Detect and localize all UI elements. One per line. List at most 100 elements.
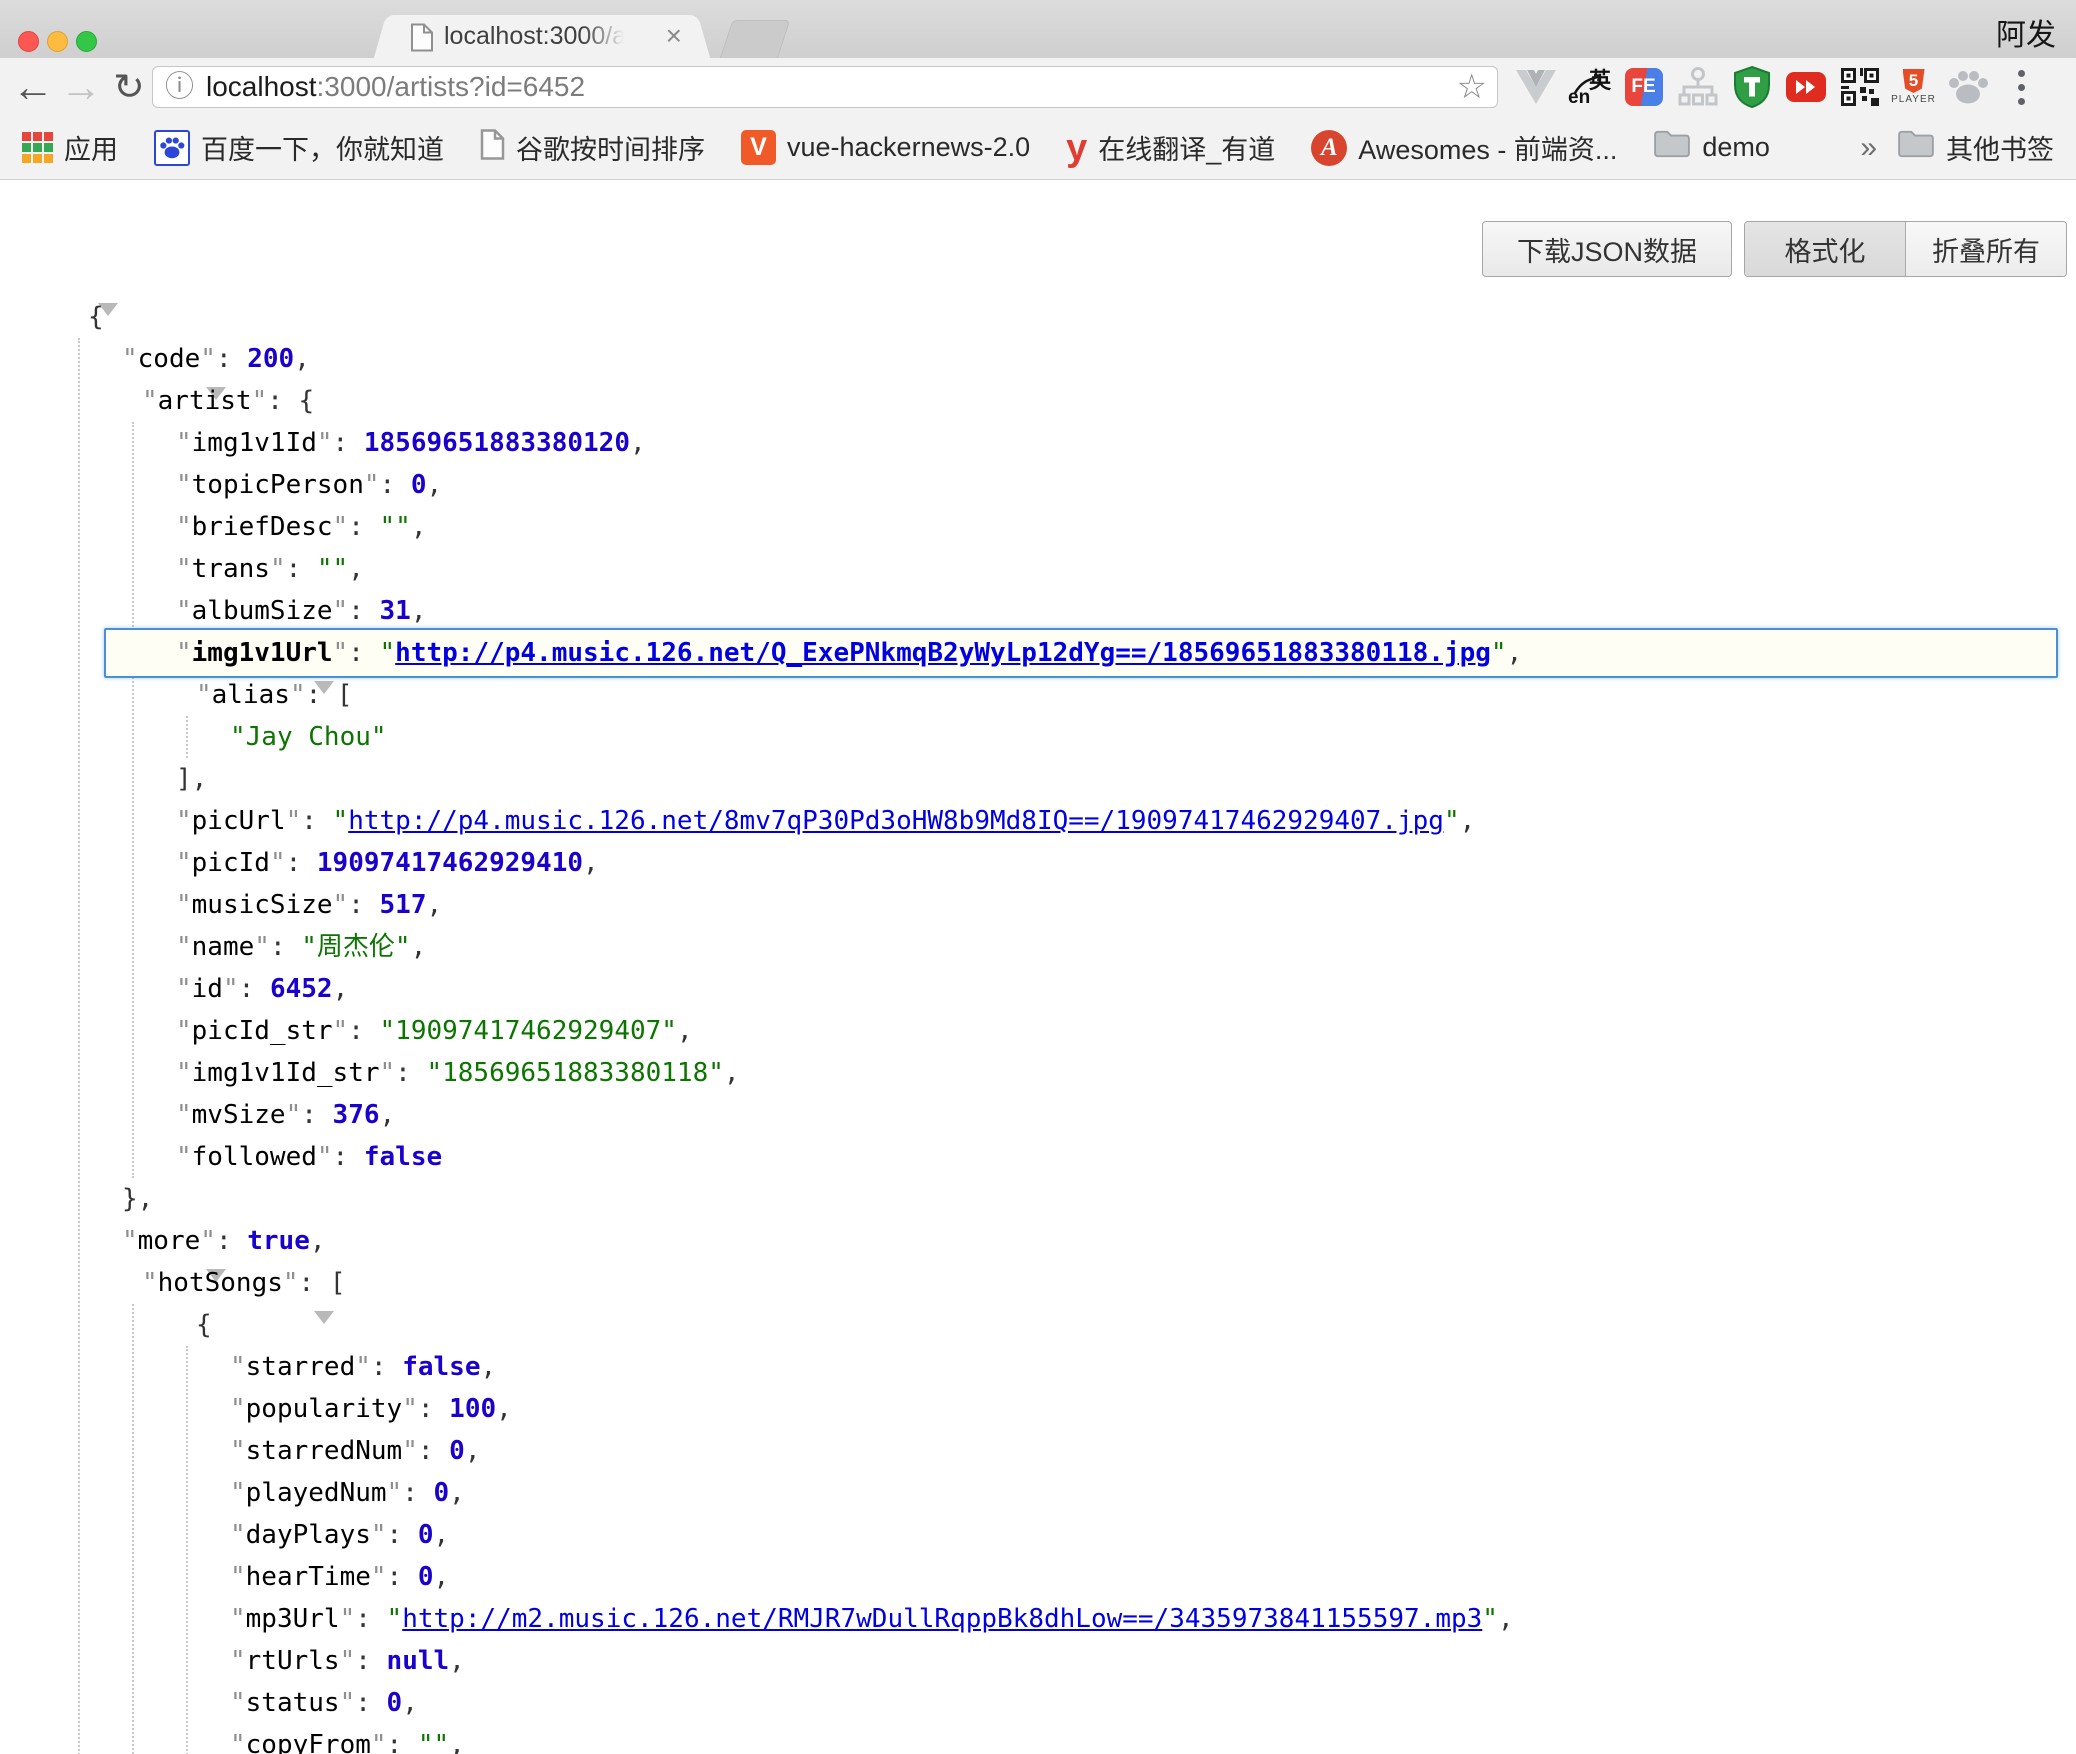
zoom-window-button[interactable] <box>76 31 97 52</box>
json-key-quote: " <box>286 806 302 836</box>
json-comma: , <box>449 1646 465 1676</box>
video-speed-icon[interactable] <box>1782 63 1829 111</box>
html5-player-icon[interactable]: 5 PLAYER <box>1890 63 1937 111</box>
json-key: briefDesc <box>192 512 333 542</box>
json-value: true <box>247 1226 310 1256</box>
json-key-quote: " <box>317 1142 333 1172</box>
json-key-quote: " <box>230 1520 246 1550</box>
vue-icon: V <box>741 130 776 165</box>
json-link[interactable]: http://m2.music.126.net/RMJR7wDullRqppBk… <box>402 1604 1482 1634</box>
json-colon: : <box>299 1268 330 1298</box>
apps-grid-icon <box>22 132 53 163</box>
tab-close-icon[interactable]: × <box>666 15 682 58</box>
json-comma: , <box>449 1730 465 1754</box>
bookmark-apps[interactable]: 应用 <box>22 128 118 167</box>
json-key-quote: " <box>230 1604 246 1634</box>
json-colon: : <box>306 680 337 710</box>
json-row: "albumSize": 31, <box>0 590 2076 632</box>
json-key: hotSongs <box>158 1268 283 1298</box>
translate-icon[interactable]: 英 en <box>1566 63 1613 111</box>
json-row: "popularity": 100, <box>0 1388 2076 1430</box>
reload-icon[interactable]: ↻ <box>105 58 153 116</box>
json-key: status <box>246 1688 340 1718</box>
browser-window: localhost:3000/artists?id=645 × 阿发 ← → ↻… <box>0 0 2076 1754</box>
json-row: "code": 200, <box>0 338 2076 380</box>
format-button[interactable]: 格式化 <box>1745 222 1906 276</box>
json-bracket: [ <box>330 1268 346 1298</box>
sitemap-icon[interactable] <box>1674 63 1721 111</box>
json-key-quote: " <box>142 1268 158 1298</box>
navigation-toolbar: ← → ↻ ⓘ localhost:3000/artists?id=6452 ☆… <box>0 58 2076 116</box>
json-key: picUrl <box>192 806 286 836</box>
back-arrow-icon[interactable]: ← <box>10 58 56 116</box>
bookmark-star-icon[interactable]: ☆ <box>1457 70 1487 104</box>
json-row: }, <box>0 1178 2076 1220</box>
bookmark-vue-hackernews[interactable]: V vue-hackernews-2.0 <box>741 130 1030 165</box>
info-icon[interactable]: ⓘ <box>165 73 194 102</box>
json-key: starred <box>246 1352 356 1382</box>
json-row: ], <box>0 758 2076 800</box>
json-colon: : <box>387 1520 418 1550</box>
bookmark-google-sort[interactable]: 谷歌按时间排序 <box>480 128 705 167</box>
json-value: "" <box>380 512 411 542</box>
bookmark-label: 谷歌按时间排序 <box>516 128 705 167</box>
json-row: "followed": false <box>0 1136 2076 1178</box>
forward-arrow-icon[interactable]: → <box>58 58 104 116</box>
json-comma: , <box>402 1688 418 1718</box>
json-key-quote: " <box>230 1352 246 1382</box>
json-key-quote: " <box>270 554 286 584</box>
bookmark-awesomes[interactable]: A Awesomes - 前端资... <box>1311 128 1617 167</box>
json-link[interactable]: http://p4.music.126.net/8mv7qP30Pd3oHW8b… <box>348 806 1444 836</box>
json-key: alias <box>212 680 290 710</box>
page-icon <box>480 129 505 167</box>
address-bar[interactable]: ⓘ localhost:3000/artists?id=6452 ☆ <box>152 66 1498 108</box>
json-key: id <box>192 974 223 1004</box>
qr-code-icon[interactable] <box>1836 63 1883 111</box>
collapse-all-button[interactable]: 折叠所有 <box>1906 222 2066 276</box>
json-key-quote: " <box>340 1646 356 1676</box>
tab-bar: localhost:3000/artists?id=645 × 阿发 <box>0 0 2076 58</box>
new-tab-button[interactable] <box>720 20 791 59</box>
json-link[interactable]: http://p4.music.126.net/Q_ExePNkmqB2yWyL… <box>395 638 1491 668</box>
json-comma: , <box>411 596 427 626</box>
json-row: "name": "周杰伦", <box>0 926 2076 968</box>
json-key-quote: " <box>333 890 349 920</box>
json-key: popularity <box>246 1394 403 1424</box>
download-json-button[interactable]: 下载JSON数据 <box>1482 221 1732 277</box>
json-key-quote: " <box>252 386 268 416</box>
json-key-quote: " <box>176 596 192 626</box>
other-bookmarks[interactable]: 其他书签 <box>1897 128 2054 167</box>
json-row: "hearTime": 0, <box>0 1556 2076 1598</box>
bookmarks-overflow-chevron[interactable]: » <box>1860 131 1877 165</box>
browser-tab[interactable]: localhost:3000/artists?id=645 × <box>392 15 692 58</box>
json-key-quote: " <box>176 554 192 584</box>
json-colon: : <box>380 470 411 500</box>
fe-helper-icon[interactable]: FE <box>1620 63 1667 111</box>
json-key: mvSize <box>192 1100 286 1130</box>
url-text[interactable]: localhost:3000/artists?id=6452 <box>206 71 585 103</box>
json-key: img1v1Id_str <box>192 1058 380 1088</box>
json-key-quote: " <box>122 344 138 374</box>
browser-menu-icon[interactable] <box>1998 63 2045 111</box>
vue-devtools-icon[interactable] <box>1512 63 1559 111</box>
folder-icon <box>1653 129 1691 166</box>
json-value: 376 <box>333 1100 380 1130</box>
bookmark-youdao[interactable]: y 在线翻译_有道 <box>1066 128 1275 167</box>
json-colon: : <box>333 1142 364 1172</box>
bookmark-label: 在线翻译_有道 <box>1098 128 1275 167</box>
json-comma: , <box>411 512 427 542</box>
close-window-button[interactable] <box>18 31 39 52</box>
json-key: img1v1Url <box>192 638 333 668</box>
collapse-triangle-icon[interactable] <box>314 1311 334 1354</box>
minimize-window-button[interactable] <box>47 31 68 52</box>
json-colon: : <box>348 1016 379 1046</box>
bookmark-baidu[interactable]: 百度一下，你就知道 <box>154 128 444 167</box>
json-key-quote: " <box>200 1226 216 1256</box>
json-key-quote: " <box>333 1016 349 1046</box>
paw-icon[interactable] <box>1944 63 1991 111</box>
json-value: 18569651883380120 <box>364 428 630 458</box>
tampermonkey-icon[interactable] <box>1728 63 1775 111</box>
bookmark-demo-folder[interactable]: demo <box>1653 129 1770 166</box>
json-row: "id": 6452, <box>0 968 2076 1010</box>
json-key: rtUrls <box>246 1646 340 1676</box>
